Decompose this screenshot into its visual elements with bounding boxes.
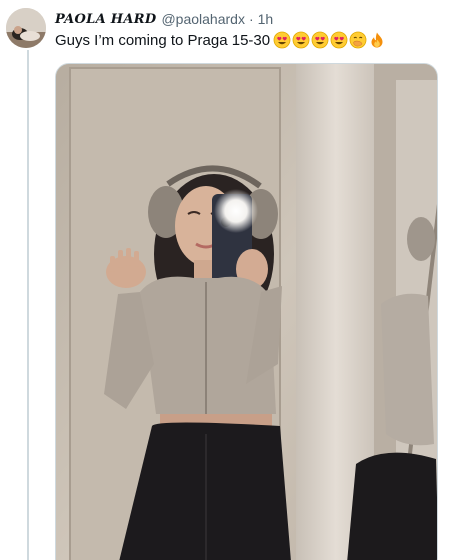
emoji-group <box>273 31 386 49</box>
tweet-header: PAOLA HARD @paolahardx · 1h <box>55 10 273 28</box>
tweet-photo[interactable] <box>55 63 438 560</box>
fire-icon <box>368 31 386 49</box>
tweet-text-content: Guys I’m coming to Praga 15-30 <box>55 31 271 49</box>
mirror-selfie-photo-icon <box>56 64 437 560</box>
heart-eyes-face-icon <box>292 31 310 49</box>
avatar[interactable] <box>6 8 46 48</box>
user-handle[interactable]: @paolahardx <box>161 11 245 27</box>
display-name[interactable]: PAOLA HARD <box>55 12 156 27</box>
tweet-text: Guys I’m coming to Praga 15-30 <box>55 30 386 50</box>
face-with-hand-over-mouth-icon <box>349 31 367 49</box>
heart-eyes-face-icon <box>273 31 291 49</box>
thread-line <box>27 50 29 560</box>
profile-photo-icon <box>6 8 46 48</box>
timestamp[interactable]: 1h <box>258 11 274 27</box>
tweet-card[interactable]: PAOLA HARD @paolahardx · 1h Guys I’m com… <box>0 0 469 560</box>
heart-eyes-face-icon <box>330 31 348 49</box>
heart-eyes-face-icon <box>311 31 329 49</box>
separator: · <box>248 11 254 27</box>
